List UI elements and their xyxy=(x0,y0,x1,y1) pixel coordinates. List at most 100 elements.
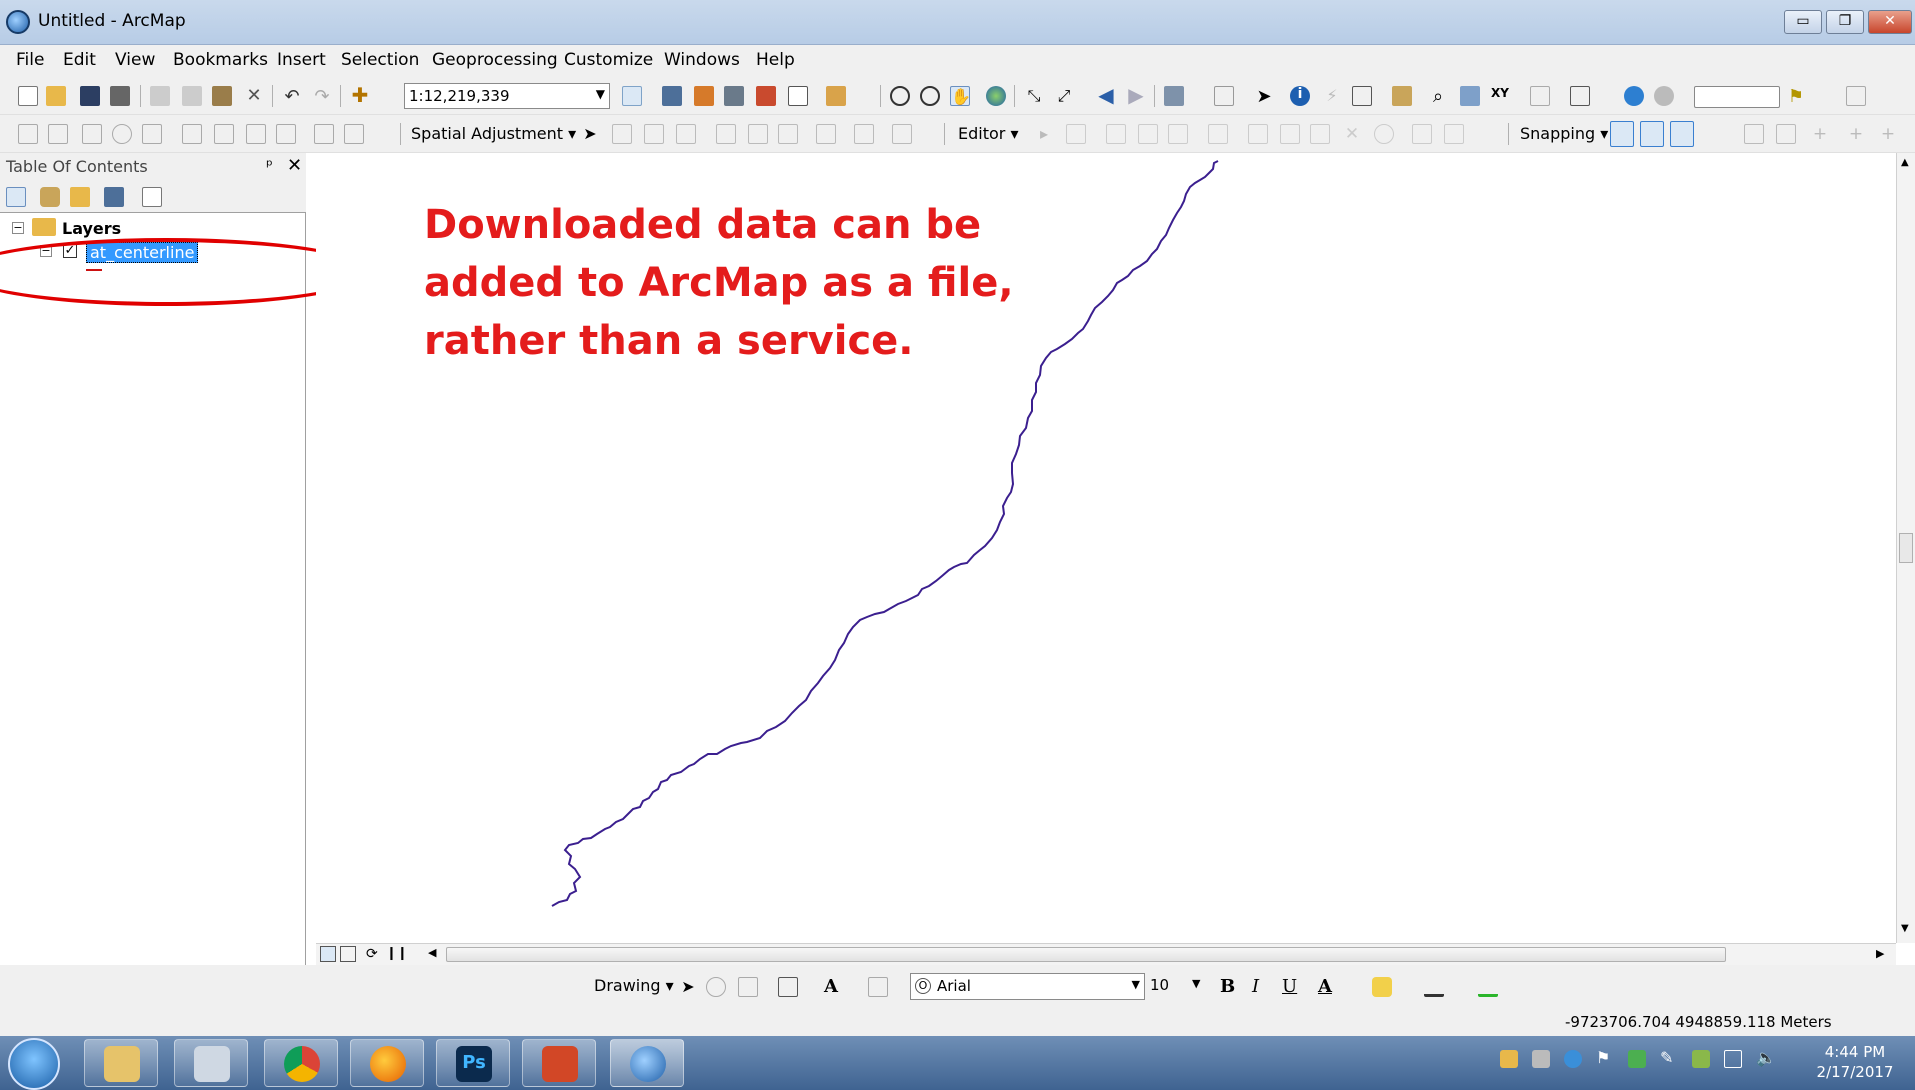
new-identity-link-icon[interactable] xyxy=(748,124,768,144)
tray-network-icon[interactable] xyxy=(1564,1050,1582,1068)
arcmap-taskbar-button[interactable] xyxy=(610,1039,684,1087)
sketch-properties-icon[interactable] xyxy=(1444,124,1464,144)
rotate-georef-icon[interactable]: + xyxy=(1846,124,1866,144)
fill-color-icon[interactable] xyxy=(1372,977,1392,997)
menu-selection[interactable]: Selection xyxy=(341,50,419,70)
zoom-in-icon[interactable] xyxy=(890,86,910,106)
chevron-down-icon[interactable]: ▼ xyxy=(1192,977,1200,990)
tray-power-icon[interactable] xyxy=(1692,1050,1710,1068)
merge-icon[interactable] xyxy=(214,124,234,144)
map-scale-combobox[interactable]: 1:12,219,339 ▼ xyxy=(404,83,610,109)
list-by-drawing-order-icon[interactable] xyxy=(6,187,26,207)
refresh-icon[interactable]: ⟳ xyxy=(366,946,378,962)
menu-windows[interactable]: Windows xyxy=(664,50,740,70)
select-elements-icon[interactable]: ➤ xyxy=(1254,86,1274,107)
menu-insert[interactable]: Insert xyxy=(277,50,326,70)
cut-icon[interactable] xyxy=(150,86,170,106)
calculator-taskbar-button[interactable] xyxy=(174,1039,248,1087)
font-color-button[interactable]: A xyxy=(1318,976,1332,997)
bold-button[interactable]: B xyxy=(1220,976,1235,997)
menu-bookmarks[interactable]: Bookmarks xyxy=(173,50,268,70)
menu-help[interactable]: Help xyxy=(756,50,795,70)
photoshop-taskbar-button[interactable]: Ps xyxy=(436,1039,510,1087)
underline-button[interactable]: U xyxy=(1282,976,1297,997)
start-button-icon[interactable] xyxy=(8,1038,60,1090)
new-limited-adjustment-icon[interactable] xyxy=(716,124,736,144)
arcgis-online-icon[interactable] xyxy=(1624,86,1644,106)
cut-polygons-icon[interactable] xyxy=(1310,124,1330,144)
full-extent-icon[interactable] xyxy=(986,86,1006,106)
collapse-icon[interactable]: − xyxy=(12,222,24,234)
callout-icon[interactable] xyxy=(868,977,888,997)
new-displacement-link-icon[interactable] xyxy=(612,124,632,144)
list-by-source-icon[interactable] xyxy=(40,187,60,207)
scroll-thumb[interactable] xyxy=(446,947,1726,962)
chevron-down-icon[interactable]: ▼ xyxy=(596,87,605,101)
copy-icon[interactable] xyxy=(182,86,202,106)
powerpoint-taskbar-button[interactable] xyxy=(522,1039,596,1087)
horizontal-scrollbar[interactable]: ⟳ ❙❙ ◀ ▶ xyxy=(316,943,1896,965)
add-control-points-icon[interactable] xyxy=(1776,124,1796,144)
topology-validate-icon[interactable] xyxy=(48,124,68,144)
fix-topology-icon[interactable] xyxy=(112,124,132,144)
flag-icon[interactable]: ⚑ xyxy=(1786,86,1806,107)
data-view-icon[interactable] xyxy=(320,946,336,962)
end-snapping-icon[interactable] xyxy=(1640,121,1664,147)
snapping-dropdown[interactable]: Snapping ▾ xyxy=(1520,124,1608,143)
scroll-thumb[interactable] xyxy=(1899,533,1913,563)
paste-icon[interactable] xyxy=(212,86,232,106)
scroll-down-icon[interactable]: ▼ xyxy=(1901,923,1909,934)
vertex-snapping-icon[interactable] xyxy=(1670,121,1694,147)
identify-icon[interactable]: i xyxy=(1290,86,1310,106)
toc-options-icon[interactable] xyxy=(142,187,162,207)
vertical-scrollbar[interactable]: ▲ ▼ xyxy=(1896,153,1915,943)
scroll-up-icon[interactable]: ▲ xyxy=(1901,157,1909,168)
table-of-contents-icon[interactable] xyxy=(662,86,682,106)
add-data-icon[interactable]: ✚ xyxy=(350,85,370,106)
time-slider-icon[interactable] xyxy=(1530,86,1550,106)
minimize-button[interactable]: ▭ xyxy=(1784,10,1822,34)
tray-app-icon[interactable] xyxy=(1532,1050,1550,1068)
back-extent-icon[interactable]: ◀ xyxy=(1096,85,1116,106)
scroll-right-icon[interactable]: ▶ xyxy=(1876,947,1884,960)
rotate-element-icon[interactable] xyxy=(706,977,726,997)
new-text-tool[interactable]: A xyxy=(824,976,838,997)
generalize-icon[interactable] xyxy=(276,124,296,144)
print-icon[interactable] xyxy=(110,86,130,106)
measure-icon[interactable] xyxy=(1392,86,1412,106)
chevron-down-icon[interactable]: ▼ xyxy=(1132,978,1140,991)
html-popup-icon[interactable] xyxy=(1352,86,1372,106)
find-route-icon[interactable] xyxy=(1460,86,1480,106)
tray-update-icon[interactable] xyxy=(1628,1050,1646,1068)
straight-segment-icon[interactable] xyxy=(1106,124,1126,144)
georef-layer-icon[interactable] xyxy=(1744,124,1764,144)
find-icon[interactable]: ⌕ xyxy=(1428,86,1448,107)
zoom-out-icon[interactable] xyxy=(920,86,940,106)
undo-icon[interactable]: ↶ xyxy=(282,86,302,107)
clear-links-icon[interactable] xyxy=(778,124,798,144)
editor-toolbar-icon[interactable] xyxy=(622,86,642,106)
close-button[interactable]: ✕ xyxy=(1868,10,1912,34)
rotate-icon[interactable] xyxy=(1374,124,1394,144)
list-by-selection-icon[interactable] xyxy=(104,187,124,207)
fit-to-display-icon[interactable]: + xyxy=(1810,124,1830,144)
new-document-icon[interactable] xyxy=(18,86,38,106)
tray-volume-icon[interactable]: 🔈 xyxy=(1756,1048,1776,1067)
layer-combobox[interactable] xyxy=(1694,86,1780,108)
data-frame-layers[interactable]: Layers xyxy=(62,219,121,238)
system-clock[interactable]: 4:44 PM 2/17/2017 xyxy=(1815,1042,1895,1082)
tray-flag-icon[interactable]: ⚑ xyxy=(1596,1048,1610,1067)
rectangle-icon[interactable] xyxy=(778,977,798,997)
endpoint-arc-icon[interactable] xyxy=(1138,124,1158,144)
chrome-taskbar-button[interactable] xyxy=(264,1039,338,1087)
create-viewer-icon[interactable] xyxy=(1570,86,1590,106)
help-icon[interactable] xyxy=(1654,86,1674,106)
georeferencing-icon[interactable] xyxy=(1846,86,1866,106)
delete-icon[interactable]: ✕ xyxy=(244,86,264,106)
fixed-zoom-out-icon[interactable]: ⤢ xyxy=(1054,86,1074,106)
shift-icon[interactable]: + xyxy=(1878,124,1898,144)
fixed-zoom-in-icon[interactable]: ⤡ xyxy=(1024,86,1044,106)
pause-drawing-icon[interactable]: ❙❙ xyxy=(386,946,408,961)
select-elements-icon[interactable]: ➤ xyxy=(678,977,698,997)
menu-customize[interactable]: Customize xyxy=(564,50,653,70)
